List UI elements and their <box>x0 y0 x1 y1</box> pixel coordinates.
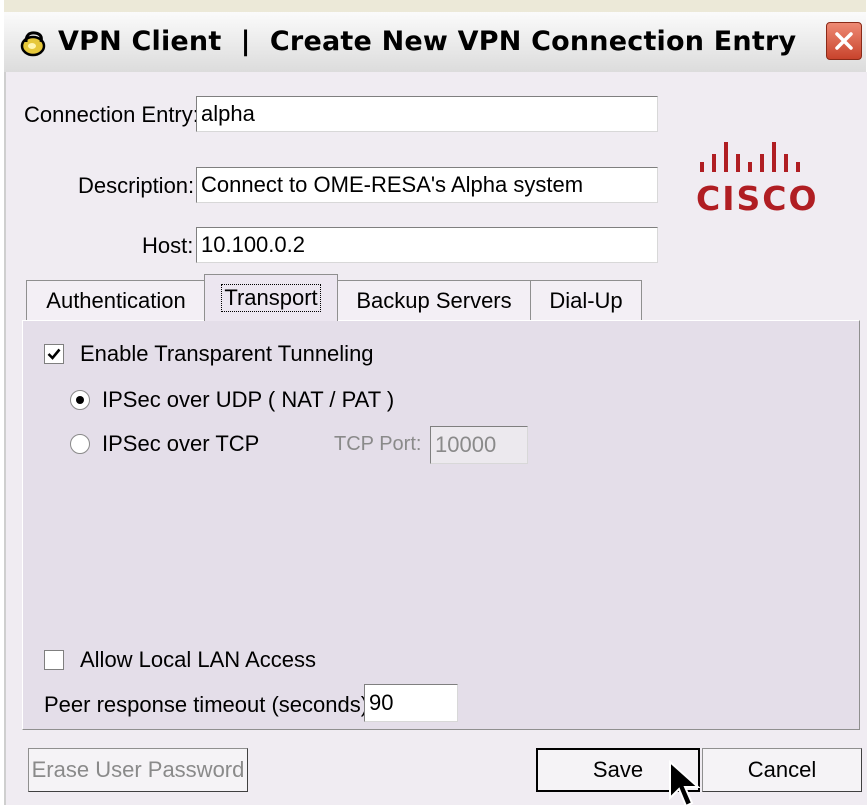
title-bar: VPN Client | Create New VPN Connection E… <box>4 12 866 73</box>
connection-entry-field[interactable] <box>196 96 658 132</box>
tab-transport-label: Transport <box>221 284 321 312</box>
ipsec-udp-radio[interactable] <box>70 390 90 410</box>
tab-authentication[interactable]: Authentication <box>26 280 206 320</box>
radio-selected-dot <box>76 396 84 404</box>
lock-icon <box>20 31 46 57</box>
mouse-pointer-icon <box>669 760 701 808</box>
host-field[interactable] <box>196 227 658 263</box>
peer-timeout-label: Peer response timeout (seconds): <box>44 692 375 717</box>
ipsec-tcp-radio[interactable] <box>70 434 90 454</box>
allow-lan-checkbox[interactable] <box>44 650 64 670</box>
enable-tunneling-checkbox[interactable] <box>44 344 64 364</box>
connection-entry-label: Connection Entry: <box>24 102 199 127</box>
close-button[interactable] <box>826 22 862 60</box>
tab-backup-servers-label: Backup Servers <box>356 287 512 313</box>
erase-password-button[interactable]: Erase User Password <box>28 748 248 792</box>
enable-tunneling-label: Enable Transparent Tunneling <box>80 341 374 366</box>
host-label: Host: <box>142 233 194 258</box>
tab-authentication-label: Authentication <box>46 287 186 313</box>
tab-backup-servers[interactable]: Backup Servers <box>336 280 532 320</box>
allow-lan-label: Allow Local LAN Access <box>80 647 316 672</box>
ipsec-tcp-label: IPSec over TCP <box>102 431 260 456</box>
description-label: Description: <box>78 173 195 198</box>
peer-timeout-field[interactable] <box>364 684 458 722</box>
cisco-logo-text: CISCO <box>696 179 819 218</box>
dialog-window: VPN Client | Create New VPN Connection E… <box>4 0 867 808</box>
tcp-port-label: TCP Port: <box>334 433 422 455</box>
checkmark-icon <box>47 348 61 360</box>
window-title: VPN Client | Create New VPN Connection E… <box>58 26 797 57</box>
cisco-logo: CISCO <box>696 142 819 218</box>
ipsec-udp-label: IPSec over UDP ( NAT / PAT ) <box>102 387 395 412</box>
cancel-button[interactable]: Cancel <box>702 748 862 792</box>
tab-dial-up-label: Dial-Up <box>549 287 623 313</box>
description-field[interactable] <box>196 167 658 203</box>
close-icon <box>835 32 853 50</box>
tcp-port-field[interactable] <box>430 426 528 464</box>
tab-transport[interactable]: Transport <box>204 274 338 321</box>
tab-dial-up[interactable]: Dial-Up <box>530 280 642 320</box>
